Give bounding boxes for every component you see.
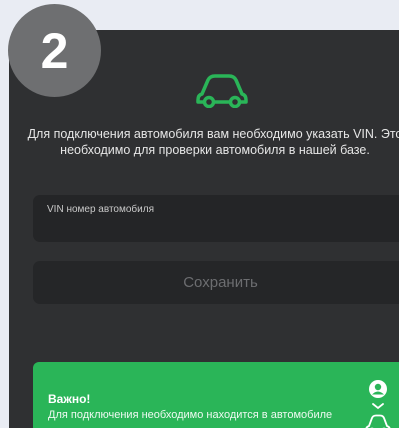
intro-text: Для подключения автомобиля вам необходим… (27, 127, 399, 157)
save-button[interactable]: Сохранить (33, 261, 399, 304)
car-icon (365, 414, 391, 428)
user-icon (369, 380, 387, 398)
notice-icons (365, 380, 391, 428)
notice-banner: Важно! Для подключения необходимо находи… (33, 362, 399, 428)
chevron-down-icon (372, 403, 384, 410)
car-icon (196, 74, 248, 108)
notice-text: Для подключения необходимо находится в а… (48, 409, 333, 421)
vin-input-label: VIN номер автомобиля (47, 204, 154, 215)
step-number-badge: 2 (8, 4, 101, 97)
vin-input[interactable]: VIN номер автомобиля (33, 195, 399, 242)
notice-title: Важно! (48, 392, 91, 406)
